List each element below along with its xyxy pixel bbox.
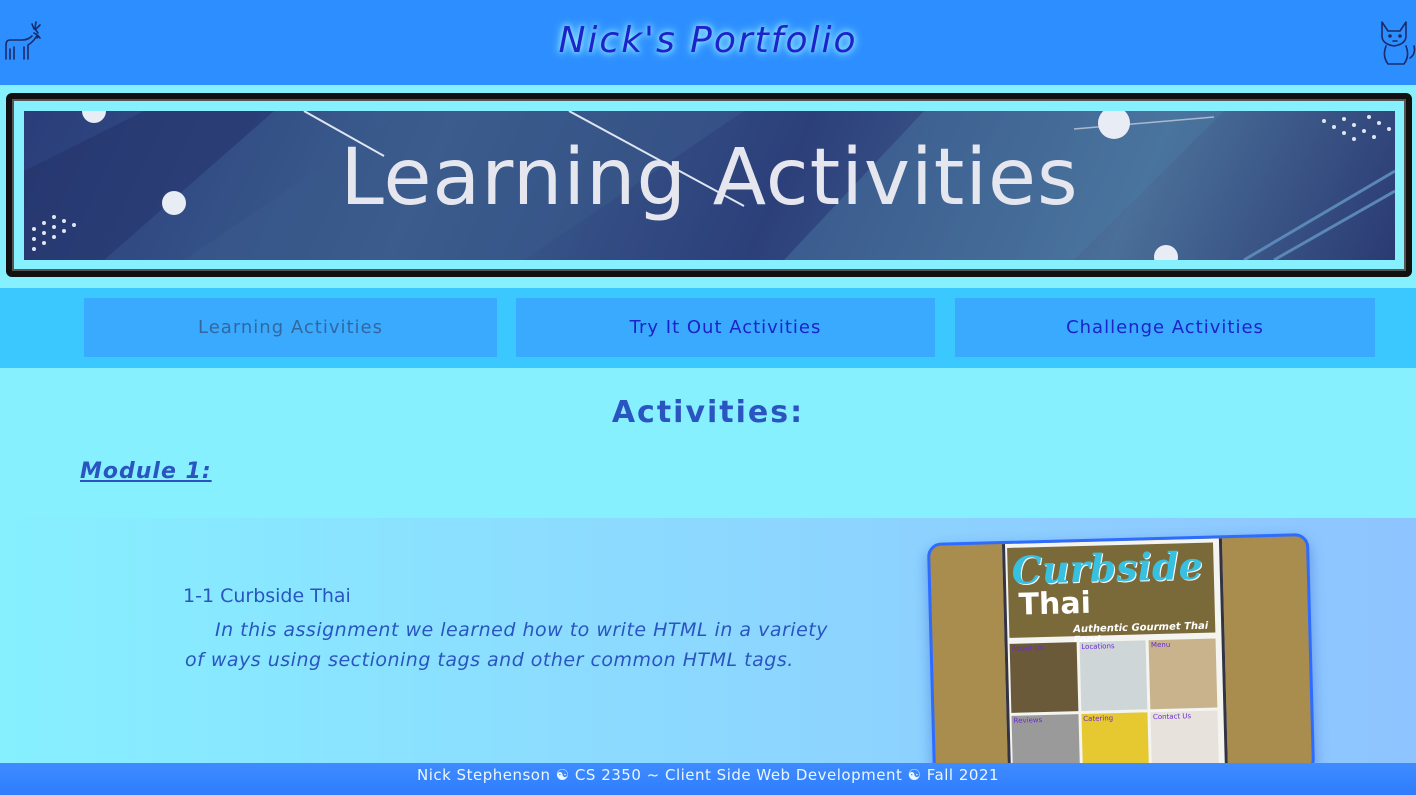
thumbnail-logo: Curbside: [1011, 542, 1204, 593]
activity-thumbnail[interactable]: Curbside Thai Authentic Gourmet Thai Foo…: [926, 533, 1316, 783]
thumbnail-page: Curbside Thai Authentic Gourmet Thai Foo…: [1001, 538, 1229, 783]
thumbnail-tile: About Us: [1009, 642, 1079, 713]
banner-image: Learning Activities: [24, 111, 1395, 260]
activity-description: In this assignment we learned how to wri…: [185, 619, 828, 671]
nav-challenge-activities[interactable]: Challenge Activities: [955, 298, 1375, 357]
nav-try-it-out-activities[interactable]: Try It Out Activities: [516, 298, 935, 357]
nav-learning-activities[interactable]: Learning Activities: [84, 298, 497, 357]
fox-icon: [1376, 18, 1416, 65]
thumbnail-hero: Curbside Thai Authentic Gourmet Thai Foo…: [1007, 542, 1216, 646]
site-title: Nick's Portfolio: [558, 20, 858, 61]
thumbnail-tile: Menu: [1148, 638, 1218, 709]
banner: Learning Activities: [0, 85, 1416, 288]
site-header: Nick's Portfolio: [0, 0, 1416, 85]
thumbnail-grid: About Us Locations Menu Reviews Catering…: [1009, 638, 1220, 783]
thumbnail-tile: Locations: [1079, 640, 1148, 711]
thumbnail-subtitle: Thai: [1018, 585, 1092, 623]
activity-title[interactable]: 1-1 Curbside Thai: [183, 585, 351, 607]
main-nav: Learning Activities Try It Out Activitie…: [0, 288, 1416, 368]
site-footer: Nick Stephenson ☯ CS 2350 ~ Client Side …: [0, 763, 1416, 795]
module-heading: Module 1:: [80, 459, 212, 484]
section-heading: Activities:: [611, 395, 805, 430]
banner-title: Learning Activities: [340, 133, 1079, 223]
activity-card: 1-1 Curbside Thai In this assignment we …: [0, 518, 1416, 783]
